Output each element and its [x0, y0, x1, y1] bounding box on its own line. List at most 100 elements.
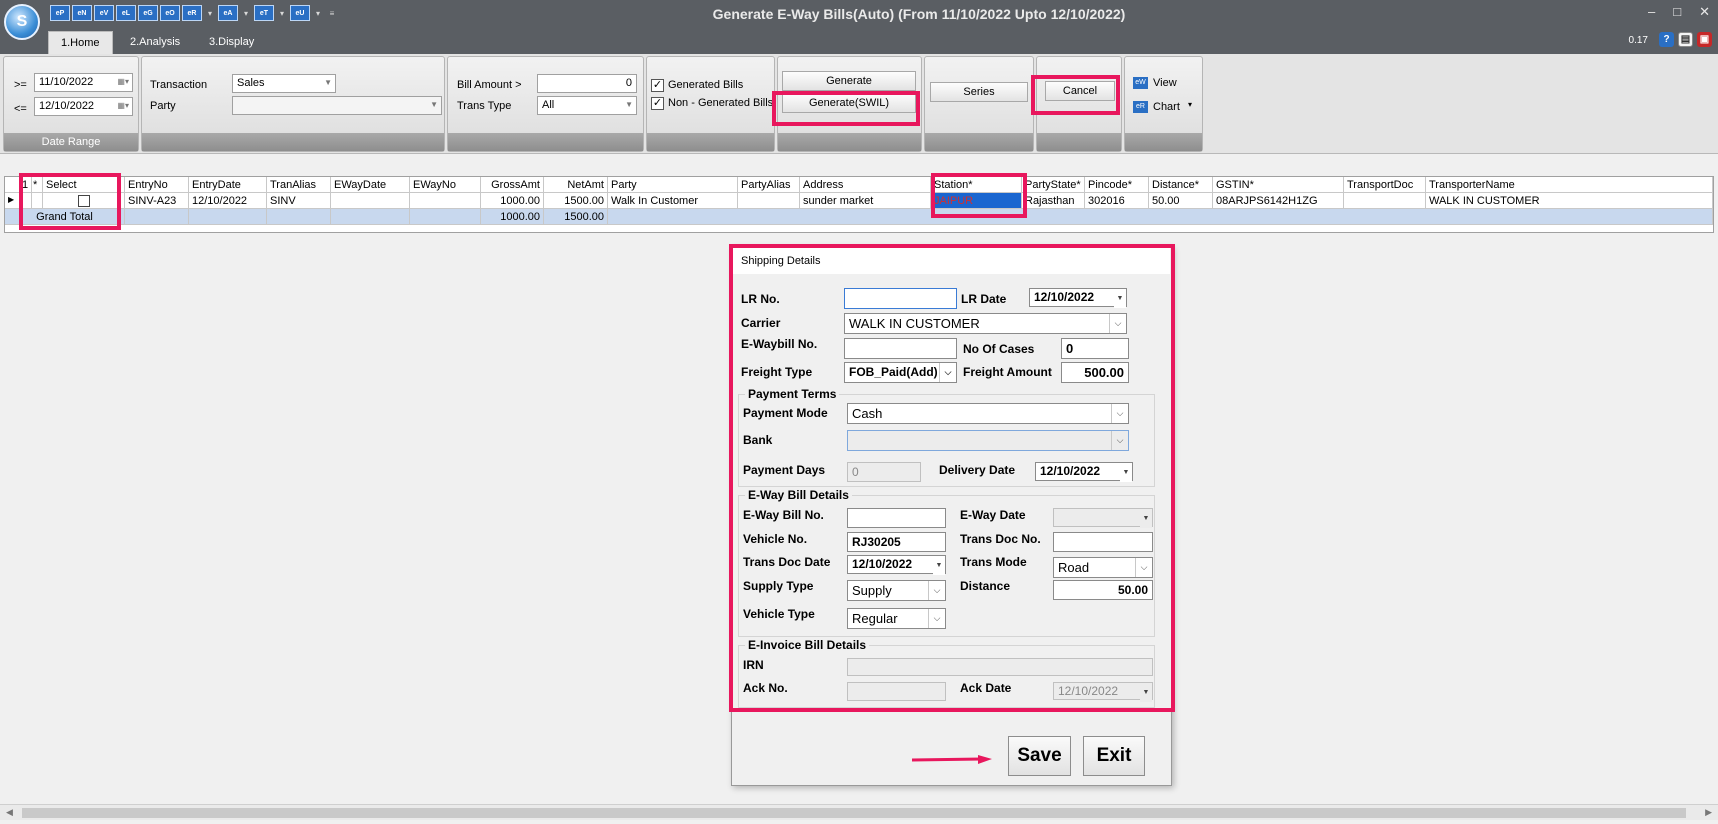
entrydate-cell[interactable]: 12/10/2022 — [189, 193, 267, 209]
irn-input[interactable] — [847, 658, 1153, 676]
col-tranalias[interactable]: TranAlias — [267, 177, 331, 193]
chevron-down-icon[interactable]: ▾ — [1188, 100, 1192, 109]
grossamt-cell[interactable]: 1000.00 — [481, 193, 544, 209]
no-of-cases-input[interactable]: 0 — [1061, 338, 1129, 359]
series-button[interactable]: Series — [930, 82, 1028, 102]
delivery-date-input[interactable]: 12/10/2022 ▼ — [1035, 462, 1133, 482]
entryno-cell[interactable]: SINV-A23 — [125, 193, 189, 209]
col-grossamt[interactable]: GrossAmt — [481, 177, 544, 193]
select-checkbox[interactable] — [77, 195, 90, 207]
to-date-input[interactable]: 12/10/2022 ▦▾ — [34, 97, 133, 116]
generated-bills-checkbox[interactable]: ✓ — [651, 79, 664, 92]
generate-button[interactable]: Generate — [782, 71, 916, 91]
col-entryno[interactable]: EntryNo — [125, 177, 189, 193]
chevron-down-icon[interactable]: ⌵ — [928, 581, 945, 600]
netamt-cell[interactable]: 1500.00 — [544, 193, 608, 209]
save-button[interactable]: Save — [1008, 736, 1071, 776]
chevron-down-icon[interactable]: ⌵ — [1109, 314, 1126, 333]
calendar-icon[interactable]: ▦▾ — [117, 101, 129, 110]
vehicle-type-select[interactable]: Regular ⌵ — [847, 608, 946, 629]
trans-doc-date-input[interactable]: 12/10/2022 ▼ — [847, 555, 946, 575]
scroll-right-icon[interactable]: ▶ — [1705, 807, 1712, 818]
tranalias-cell[interactable]: SINV — [267, 193, 331, 209]
scrollbar-thumb[interactable] — [22, 808, 1686, 818]
cancel-button[interactable]: Cancel — [1045, 81, 1115, 101]
pincode-cell[interactable]: 302016 — [1085, 193, 1149, 209]
partyalias-cell[interactable] — [738, 193, 800, 209]
chart-button[interactable]: Chart — [1153, 101, 1180, 113]
freight-amount-input[interactable]: 500.00 — [1061, 362, 1129, 383]
view-button[interactable]: View — [1153, 77, 1177, 89]
transaction-select[interactable]: Sales ▼ — [232, 74, 336, 93]
bank-select[interactable]: ⌵ — [847, 430, 1129, 451]
document-icon[interactable]: ▤ — [1678, 32, 1693, 47]
ewaydate-cell[interactable] — [331, 193, 410, 209]
lr-date-input[interactable]: 12/10/2022 ▼ — [1029, 288, 1127, 308]
ack-no-input[interactable] — [847, 682, 946, 701]
from-date-input[interactable]: 11/10/2022 ▦▾ — [34, 73, 133, 92]
station-cell[interactable]: JAIPUR — [931, 193, 1022, 209]
minimize-icon[interactable]: – — [1648, 4, 1655, 20]
col-address[interactable]: Address — [800, 177, 931, 193]
party-select[interactable]: ▼ — [232, 96, 442, 115]
ewaybill-no-input[interactable] — [844, 338, 957, 359]
address-cell[interactable]: sunder market — [800, 193, 931, 209]
col-partyalias[interactable]: PartyAlias — [738, 177, 800, 193]
chevron-down-icon[interactable]: ▼ — [933, 556, 945, 575]
bill-amount-input[interactable]: 0 — [537, 74, 637, 93]
col-ewaydate[interactable]: EWayDate — [331, 177, 410, 193]
partystate-cell[interactable]: Rajasthan — [1022, 193, 1085, 209]
table-row[interactable]: ▶ SINV-A23 12/10/2022 SINV 1000.00 1500.… — [5, 193, 1713, 209]
maximize-icon[interactable]: □ — [1673, 4, 1681, 20]
col-ewayno[interactable]: EWayNo — [410, 177, 481, 193]
col-gstin[interactable]: GSTIN* — [1213, 177, 1344, 193]
col-select[interactable]: Select — [43, 177, 125, 193]
carrier-select[interactable]: WALK IN CUSTOMER ⌵ — [844, 313, 1127, 334]
col-station[interactable]: Station* — [931, 177, 1022, 193]
chevron-down-icon[interactable]: ▼ — [1120, 463, 1132, 482]
app-logo[interactable]: S — [4, 4, 40, 40]
eway-date-input[interactable]: ▼ — [1053, 508, 1153, 528]
trans-type-select[interactable]: All ▼ — [537, 96, 637, 115]
col-transportername[interactable]: TransporterName — [1426, 177, 1713, 193]
chevron-down-icon[interactable]: ⌵ — [1111, 431, 1128, 450]
tab-display[interactable]: 3.Display — [197, 31, 266, 54]
payment-days-input[interactable]: 0 — [847, 462, 921, 482]
scroll-left-icon[interactable]: ◀ — [6, 807, 13, 818]
pdf-icon[interactable]: ▣ — [1697, 32, 1712, 47]
eway-bill-no-input[interactable] — [847, 508, 946, 528]
supply-type-select[interactable]: Supply ⌵ — [847, 580, 946, 601]
col-partystate[interactable]: PartyState* — [1022, 177, 1085, 193]
col-distance[interactable]: Distance* — [1149, 177, 1213, 193]
non-generated-bills-checkbox[interactable]: ✓ — [651, 97, 664, 110]
payment-mode-select[interactable]: Cash ⌵ — [847, 403, 1129, 424]
col-transportdoc[interactable]: TransportDoc — [1344, 177, 1426, 193]
distance-cell[interactable]: 50.00 — [1149, 193, 1213, 209]
transportername-cell[interactable]: WALK IN CUSTOMER — [1426, 193, 1713, 209]
generate-swil-button[interactable]: Generate(SWIL) — [782, 93, 916, 113]
col-netamt[interactable]: NetAmt — [544, 177, 608, 193]
gstin-cell[interactable]: 08ARJPS6142H1ZG — [1213, 193, 1344, 209]
chevron-down-icon[interactable]: ⌵ — [939, 363, 956, 382]
party-cell[interactable]: Walk In Customer — [608, 193, 738, 209]
chevron-down-icon[interactable]: ⌵ — [1111, 404, 1128, 423]
lr-no-input[interactable] — [844, 288, 957, 309]
trans-doc-no-input[interactable] — [1053, 532, 1153, 552]
tab-analysis[interactable]: 2.Analysis — [118, 31, 192, 54]
ewayno-cell[interactable] — [410, 193, 481, 209]
col-party[interactable]: Party — [608, 177, 738, 193]
exit-button[interactable]: Exit — [1083, 736, 1145, 776]
ack-date-input[interactable]: 12/10/2022 ▼ — [1053, 682, 1153, 702]
chevron-down-icon[interactable]: ▼ — [1140, 683, 1152, 702]
help-icon[interactable]: ? — [1659, 32, 1674, 47]
chevron-down-icon[interactable]: ▼ — [1114, 289, 1126, 308]
calendar-icon[interactable]: ▦▾ — [117, 77, 129, 86]
horizontal-scrollbar[interactable]: ◀ ▶ — [0, 804, 1718, 820]
chevron-down-icon[interactable]: ▼ — [1140, 509, 1152, 528]
chevron-down-icon[interactable]: ⌵ — [1135, 558, 1152, 577]
distance-input[interactable]: 50.00 — [1053, 580, 1153, 600]
col-pincode[interactable]: Pincode* — [1085, 177, 1149, 193]
chevron-down-icon[interactable]: ⌵ — [928, 609, 945, 628]
freight-type-select[interactable]: FOB_Paid(Add) ⌵ — [844, 362, 957, 383]
col-entrydate[interactable]: EntryDate — [189, 177, 267, 193]
